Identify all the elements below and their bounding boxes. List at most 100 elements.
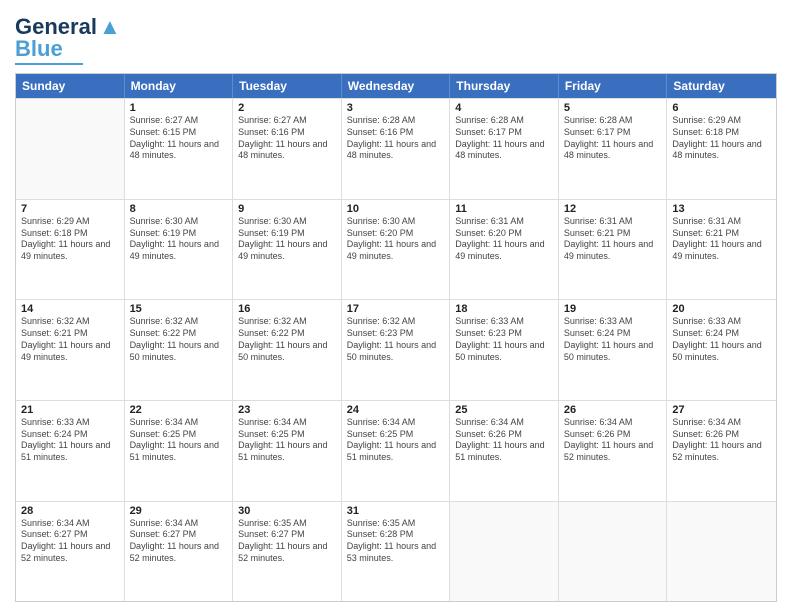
cell-info: Sunrise: 6:28 AM Sunset: 6:17 PM Dayligh… (455, 115, 553, 162)
cell-info: Sunrise: 6:29 AM Sunset: 6:18 PM Dayligh… (672, 115, 771, 162)
calendar-cell: 11Sunrise: 6:31 AM Sunset: 6:20 PM Dayli… (450, 200, 559, 300)
calendar-cell: 19Sunrise: 6:33 AM Sunset: 6:24 PM Dayli… (559, 300, 668, 400)
logo-underline (15, 63, 83, 65)
cell-info: Sunrise: 6:32 AM Sunset: 6:21 PM Dayligh… (21, 316, 119, 363)
day-number: 2 (238, 102, 336, 114)
calendar-cell: 26Sunrise: 6:34 AM Sunset: 6:26 PM Dayli… (559, 401, 668, 501)
day-number: 4 (455, 102, 553, 114)
header-day-thursday: Thursday (450, 74, 559, 98)
calendar-cell: 30Sunrise: 6:35 AM Sunset: 6:27 PM Dayli… (233, 502, 342, 602)
day-number: 6 (672, 102, 771, 114)
calendar-row-1: 7Sunrise: 6:29 AM Sunset: 6:18 PM Daylig… (16, 199, 776, 300)
cell-info: Sunrise: 6:32 AM Sunset: 6:23 PM Dayligh… (347, 316, 445, 363)
day-number: 20 (672, 303, 771, 315)
calendar-cell (450, 502, 559, 602)
cell-info: Sunrise: 6:34 AM Sunset: 6:26 PM Dayligh… (672, 417, 771, 464)
calendar-cell: 21Sunrise: 6:33 AM Sunset: 6:24 PM Dayli… (16, 401, 125, 501)
day-number: 31 (347, 505, 445, 517)
day-number: 14 (21, 303, 119, 315)
day-number: 22 (130, 404, 228, 416)
day-number: 12 (564, 203, 662, 215)
calendar-cell: 10Sunrise: 6:30 AM Sunset: 6:20 PM Dayli… (342, 200, 451, 300)
header-day-tuesday: Tuesday (233, 74, 342, 98)
calendar-cell: 22Sunrise: 6:34 AM Sunset: 6:25 PM Dayli… (125, 401, 234, 501)
cell-info: Sunrise: 6:31 AM Sunset: 6:21 PM Dayligh… (564, 216, 662, 263)
calendar-cell: 14Sunrise: 6:32 AM Sunset: 6:21 PM Dayli… (16, 300, 125, 400)
calendar-cell: 23Sunrise: 6:34 AM Sunset: 6:25 PM Dayli… (233, 401, 342, 501)
cell-info: Sunrise: 6:34 AM Sunset: 6:25 PM Dayligh… (130, 417, 228, 464)
cell-info: Sunrise: 6:33 AM Sunset: 6:24 PM Dayligh… (672, 316, 771, 363)
calendar-cell: 31Sunrise: 6:35 AM Sunset: 6:28 PM Dayli… (342, 502, 451, 602)
day-number: 3 (347, 102, 445, 114)
calendar-cell: 12Sunrise: 6:31 AM Sunset: 6:21 PM Dayli… (559, 200, 668, 300)
cell-info: Sunrise: 6:28 AM Sunset: 6:17 PM Dayligh… (564, 115, 662, 162)
calendar-cell: 16Sunrise: 6:32 AM Sunset: 6:22 PM Dayli… (233, 300, 342, 400)
cell-info: Sunrise: 6:34 AM Sunset: 6:25 PM Dayligh… (238, 417, 336, 464)
day-number: 30 (238, 505, 336, 517)
cell-info: Sunrise: 6:32 AM Sunset: 6:22 PM Dayligh… (130, 316, 228, 363)
cell-info: Sunrise: 6:35 AM Sunset: 6:28 PM Dayligh… (347, 518, 445, 565)
day-number: 29 (130, 505, 228, 517)
calendar-cell: 18Sunrise: 6:33 AM Sunset: 6:23 PM Dayli… (450, 300, 559, 400)
header-day-sunday: Sunday (16, 74, 125, 98)
header-day-friday: Friday (559, 74, 668, 98)
day-number: 26 (564, 404, 662, 416)
calendar-cell: 4Sunrise: 6:28 AM Sunset: 6:17 PM Daylig… (450, 99, 559, 199)
cell-info: Sunrise: 6:27 AM Sunset: 6:15 PM Dayligh… (130, 115, 228, 162)
cell-info: Sunrise: 6:32 AM Sunset: 6:22 PM Dayligh… (238, 316, 336, 363)
calendar-cell (667, 502, 776, 602)
cell-info: Sunrise: 6:34 AM Sunset: 6:25 PM Dayligh… (347, 417, 445, 464)
day-number: 25 (455, 404, 553, 416)
day-number: 19 (564, 303, 662, 315)
calendar-cell: 28Sunrise: 6:34 AM Sunset: 6:27 PM Dayli… (16, 502, 125, 602)
header-day-monday: Monday (125, 74, 234, 98)
calendar-cell: 6Sunrise: 6:29 AM Sunset: 6:18 PM Daylig… (667, 99, 776, 199)
calendar-cell: 3Sunrise: 6:28 AM Sunset: 6:16 PM Daylig… (342, 99, 451, 199)
cell-info: Sunrise: 6:35 AM Sunset: 6:27 PM Dayligh… (238, 518, 336, 565)
calendar-body: 1Sunrise: 6:27 AM Sunset: 6:15 PM Daylig… (16, 98, 776, 601)
day-number: 5 (564, 102, 662, 114)
calendar-row-4: 28Sunrise: 6:34 AM Sunset: 6:27 PM Dayli… (16, 501, 776, 602)
calendar-cell: 24Sunrise: 6:34 AM Sunset: 6:25 PM Dayli… (342, 401, 451, 501)
calendar-cell (16, 99, 125, 199)
cell-info: Sunrise: 6:34 AM Sunset: 6:27 PM Dayligh… (130, 518, 228, 565)
cell-info: Sunrise: 6:28 AM Sunset: 6:16 PM Dayligh… (347, 115, 445, 162)
cell-info: Sunrise: 6:30 AM Sunset: 6:19 PM Dayligh… (238, 216, 336, 263)
day-number: 24 (347, 404, 445, 416)
header-day-wednesday: Wednesday (342, 74, 451, 98)
cell-info: Sunrise: 6:30 AM Sunset: 6:19 PM Dayligh… (130, 216, 228, 263)
calendar-cell: 7Sunrise: 6:29 AM Sunset: 6:18 PM Daylig… (16, 200, 125, 300)
day-number: 18 (455, 303, 553, 315)
calendar-cell: 20Sunrise: 6:33 AM Sunset: 6:24 PM Dayli… (667, 300, 776, 400)
calendar-cell: 29Sunrise: 6:34 AM Sunset: 6:27 PM Dayli… (125, 502, 234, 602)
cell-info: Sunrise: 6:33 AM Sunset: 6:23 PM Dayligh… (455, 316, 553, 363)
calendar-row-3: 21Sunrise: 6:33 AM Sunset: 6:24 PM Dayli… (16, 400, 776, 501)
calendar-cell: 25Sunrise: 6:34 AM Sunset: 6:26 PM Dayli… (450, 401, 559, 501)
day-number: 9 (238, 203, 336, 215)
cell-info: Sunrise: 6:31 AM Sunset: 6:21 PM Dayligh… (672, 216, 771, 263)
day-number: 13 (672, 203, 771, 215)
cell-info: Sunrise: 6:34 AM Sunset: 6:26 PM Dayligh… (564, 417, 662, 464)
day-number: 8 (130, 203, 228, 215)
day-number: 28 (21, 505, 119, 517)
logo: General▲ Blue (15, 15, 121, 65)
day-number: 15 (130, 303, 228, 315)
cell-info: Sunrise: 6:34 AM Sunset: 6:26 PM Dayligh… (455, 417, 553, 464)
cell-info: Sunrise: 6:30 AM Sunset: 6:20 PM Dayligh… (347, 216, 445, 263)
calendar-cell (559, 502, 668, 602)
calendar-cell: 27Sunrise: 6:34 AM Sunset: 6:26 PM Dayli… (667, 401, 776, 501)
calendar-cell: 15Sunrise: 6:32 AM Sunset: 6:22 PM Dayli… (125, 300, 234, 400)
cell-info: Sunrise: 6:33 AM Sunset: 6:24 PM Dayligh… (564, 316, 662, 363)
logo-blue-text: Blue (15, 37, 63, 61)
cell-info: Sunrise: 6:34 AM Sunset: 6:27 PM Dayligh… (21, 518, 119, 565)
day-number: 1 (130, 102, 228, 114)
day-number: 16 (238, 303, 336, 315)
cell-info: Sunrise: 6:29 AM Sunset: 6:18 PM Dayligh… (21, 216, 119, 263)
calendar-cell: 5Sunrise: 6:28 AM Sunset: 6:17 PM Daylig… (559, 99, 668, 199)
calendar-cell: 13Sunrise: 6:31 AM Sunset: 6:21 PM Dayli… (667, 200, 776, 300)
calendar-row-0: 1Sunrise: 6:27 AM Sunset: 6:15 PM Daylig… (16, 98, 776, 199)
cell-info: Sunrise: 6:27 AM Sunset: 6:16 PM Dayligh… (238, 115, 336, 162)
day-number: 10 (347, 203, 445, 215)
day-number: 11 (455, 203, 553, 215)
calendar-cell: 2Sunrise: 6:27 AM Sunset: 6:16 PM Daylig… (233, 99, 342, 199)
